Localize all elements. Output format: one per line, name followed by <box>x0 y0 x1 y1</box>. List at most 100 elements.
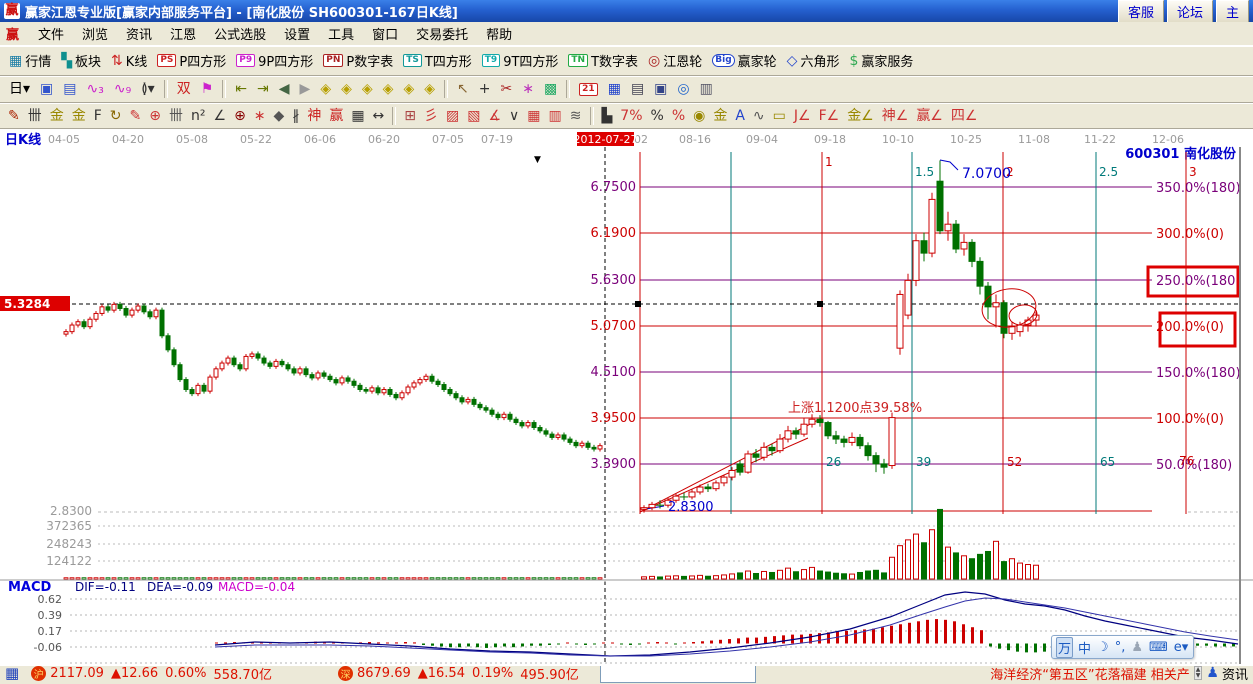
shen-angle-tool-button[interactable]: 神∠ <box>878 107 913 125</box>
news-spinner[interactable]: ▲ ▼ <box>1194 666 1203 680</box>
brush-tool-button[interactable]: ✎ <box>4 107 24 125</box>
ime-moon-icon[interactable]: ☽ <box>1096 640 1110 655</box>
info-panel-button[interactable]: ▤ <box>58 80 81 98</box>
color-flag-button[interactable]: ⚑ <box>196 80 219 98</box>
wave-9-button[interactable]: ∿₉ <box>109 80 136 98</box>
p-table-button[interactable]: PNP数字表 <box>318 49 398 72</box>
p-square-button[interactable]: PSP四方形 <box>152 49 231 72</box>
wave-tool-button[interactable]: ∿ <box>749 107 769 125</box>
f-angle-tool-button[interactable]: F∠ <box>815 107 844 125</box>
kline-button[interactable]: ⇅K线 <box>106 49 152 72</box>
win-angle-tool-button[interactable]: 赢∠ <box>912 107 947 125</box>
zoom-y-out-button[interactable]: ◈ <box>357 80 378 98</box>
gann-comb-tool-button[interactable]: 卌 <box>24 107 46 125</box>
hexagon-button[interactable]: ◇六角形 <box>782 49 845 72</box>
first-page-button[interactable]: ⇤ <box>230 80 252 98</box>
gold-circle-tool-button[interactable]: ◉ <box>689 107 709 125</box>
four-angle-tool-button[interactable]: 四∠ <box>947 107 982 125</box>
candle-style-button[interactable]: ≬▾ <box>136 80 160 98</box>
notes-tool-button[interactable]: ▤ <box>626 80 649 98</box>
hatch-box2-tool-button[interactable]: ▧ <box>463 107 484 125</box>
menu-item-tools[interactable]: 工具 <box>319 22 363 45</box>
ruler-tool-button[interactable]: 卌 <box>165 107 187 125</box>
print-tool-button[interactable]: ▥ <box>695 80 718 98</box>
kline-chart[interactable]: 04-0504-2005-0805-2206-0606-2007-0507-19… <box>0 129 1253 666</box>
wave-3-button[interactable]: ∿₃ <box>82 80 109 98</box>
pattern-grid-button[interactable]: ▩ <box>539 80 562 98</box>
spinner-down-icon[interactable]: ▼ <box>1196 673 1201 679</box>
drag-hand-button[interactable]: ↖ <box>452 80 474 98</box>
last-page-button[interactable]: ⇥ <box>252 80 274 98</box>
window-grid-tool-button[interactable]: ⊞ <box>400 107 420 125</box>
calculator-tool-button[interactable]: ▦ <box>603 80 626 98</box>
ime-keyboard-icon[interactable]: ⌨ <box>1148 640 1169 655</box>
menu-item-gann[interactable]: 江恩 <box>161 22 205 45</box>
menu-item-help[interactable]: 帮助 <box>477 22 521 45</box>
t-square-button[interactable]: TST四方形 <box>398 49 477 72</box>
win-tool-button[interactable]: 赢 <box>325 107 347 125</box>
period-day-button[interactable]: 日▾ <box>4 80 35 98</box>
gold-box-tool-button[interactable]: ▭ <box>769 107 790 125</box>
sectors-button[interactable]: ▚板块 <box>56 49 106 72</box>
hatch-box-tool-button[interactable]: ▨ <box>442 107 463 125</box>
menu-item-news[interactable]: 资讯 <box>117 22 161 45</box>
compass-tool-button[interactable]: ⊕ <box>145 107 165 125</box>
zoom-in-button[interactable]: ◈ <box>419 80 440 98</box>
grid-123-tool-button[interactable]: ▦ <box>347 107 368 125</box>
protractor-tool-button[interactable]: ∠ <box>210 107 231 125</box>
menu-item-window[interactable]: 窗口 <box>363 22 407 45</box>
web-tool-button[interactable]: ◎ <box>672 80 694 98</box>
pen-tool-button[interactable]: ✎ <box>126 107 146 125</box>
ime-wan[interactable]: 万 <box>1056 637 1073 658</box>
save-tool-button[interactable]: ▣ <box>649 80 672 98</box>
v-line-tool-button[interactable]: ∨ <box>505 107 523 125</box>
percent-line-tool-button[interactable]: % <box>668 107 689 125</box>
calendar-tool-button[interactable]: 21 <box>574 81 603 98</box>
fan-lines-tool-button[interactable]: 彡 <box>420 107 442 125</box>
quotes-button[interactable]: ▦行情 <box>4 49 56 72</box>
shen-tool-button[interactable]: 神 <box>303 107 325 125</box>
spiral-tool-button[interactable]: ↻ <box>106 107 126 125</box>
j-angle-tool-button[interactable]: J∠ <box>790 107 815 125</box>
slant-arrow-tool-button[interactable]: ∡ <box>484 107 505 125</box>
menu-item-settings[interactable]: 设置 <box>275 22 319 45</box>
ime-user-icon[interactable]: ♟ <box>1130 640 1144 655</box>
forum-button[interactable]: 论坛 <box>1167 0 1213 23</box>
span-tool-button[interactable]: ↔ <box>369 107 389 125</box>
prev-page-button[interactable]: ◀ <box>274 80 295 98</box>
n-square-tool-button[interactable]: n² <box>187 107 210 125</box>
zoom-x-in-button[interactable]: ◈ <box>336 80 357 98</box>
menu-item-file[interactable]: 文件 <box>29 22 73 45</box>
t-table-button[interactable]: TNT数字表 <box>563 49 643 72</box>
zoom-y-in-button[interactable]: ◈ <box>378 80 399 98</box>
menu-item-browse[interactable]: 浏览 <box>73 22 117 45</box>
zoom-out-button[interactable]: ◈ <box>398 80 419 98</box>
ime-browser-icon[interactable]: e▾ <box>1173 640 1190 655</box>
scissors-tool-button[interactable]: ✂ <box>495 80 517 98</box>
filter-tool-button[interactable]: ∗ <box>517 80 539 98</box>
ime-punctuation[interactable]: °, <box>1114 640 1127 655</box>
stock-code-input[interactable] <box>600 664 756 683</box>
dual-kline-button[interactable]: 双 <box>172 80 196 98</box>
gold-lines-tool-button[interactable]: 金 <box>709 107 731 125</box>
menu-item-formula-select[interactable]: 公式选股 <box>205 22 275 45</box>
customer-service-button[interactable]: 客服 <box>1118 0 1164 23</box>
slant-lines-tool-button[interactable]: ≋ <box>566 107 586 125</box>
parallel-tool-button[interactable]: ∦ <box>288 107 303 125</box>
9p-square-button[interactable]: P99P四方形 <box>231 49 318 72</box>
ime-chinese[interactable]: 中 <box>1077 638 1092 657</box>
gold-division-2-button[interactable]: 金 <box>68 107 90 125</box>
percent7-tool-button[interactable]: 7% <box>616 107 646 125</box>
next-page-button[interactable]: ▶ <box>295 80 316 98</box>
star-tool-button[interactable]: ∗ <box>250 107 270 125</box>
crosshair-tool-button[interactable]: + <box>474 80 496 98</box>
winner-wheel-button[interactable]: Big赢家轮 <box>707 49 781 72</box>
letter-a-tool-button[interactable]: A <box>731 107 749 125</box>
9t-square-button[interactable]: T99T四方形 <box>477 49 564 72</box>
red-grid2-tool-button[interactable]: ▥ <box>545 107 566 125</box>
red-grid-tool-button[interactable]: ▦ <box>523 107 544 125</box>
chart-style-button[interactable]: ▣ <box>35 80 58 98</box>
news-ticker[interactable]: 海洋经济“第五区”花落福建 相关产 <box>990 664 1190 683</box>
zoom-x-out-button[interactable]: ◈ <box>315 80 336 98</box>
diamond-grid-tool-button[interactable]: ◆ <box>270 107 289 125</box>
